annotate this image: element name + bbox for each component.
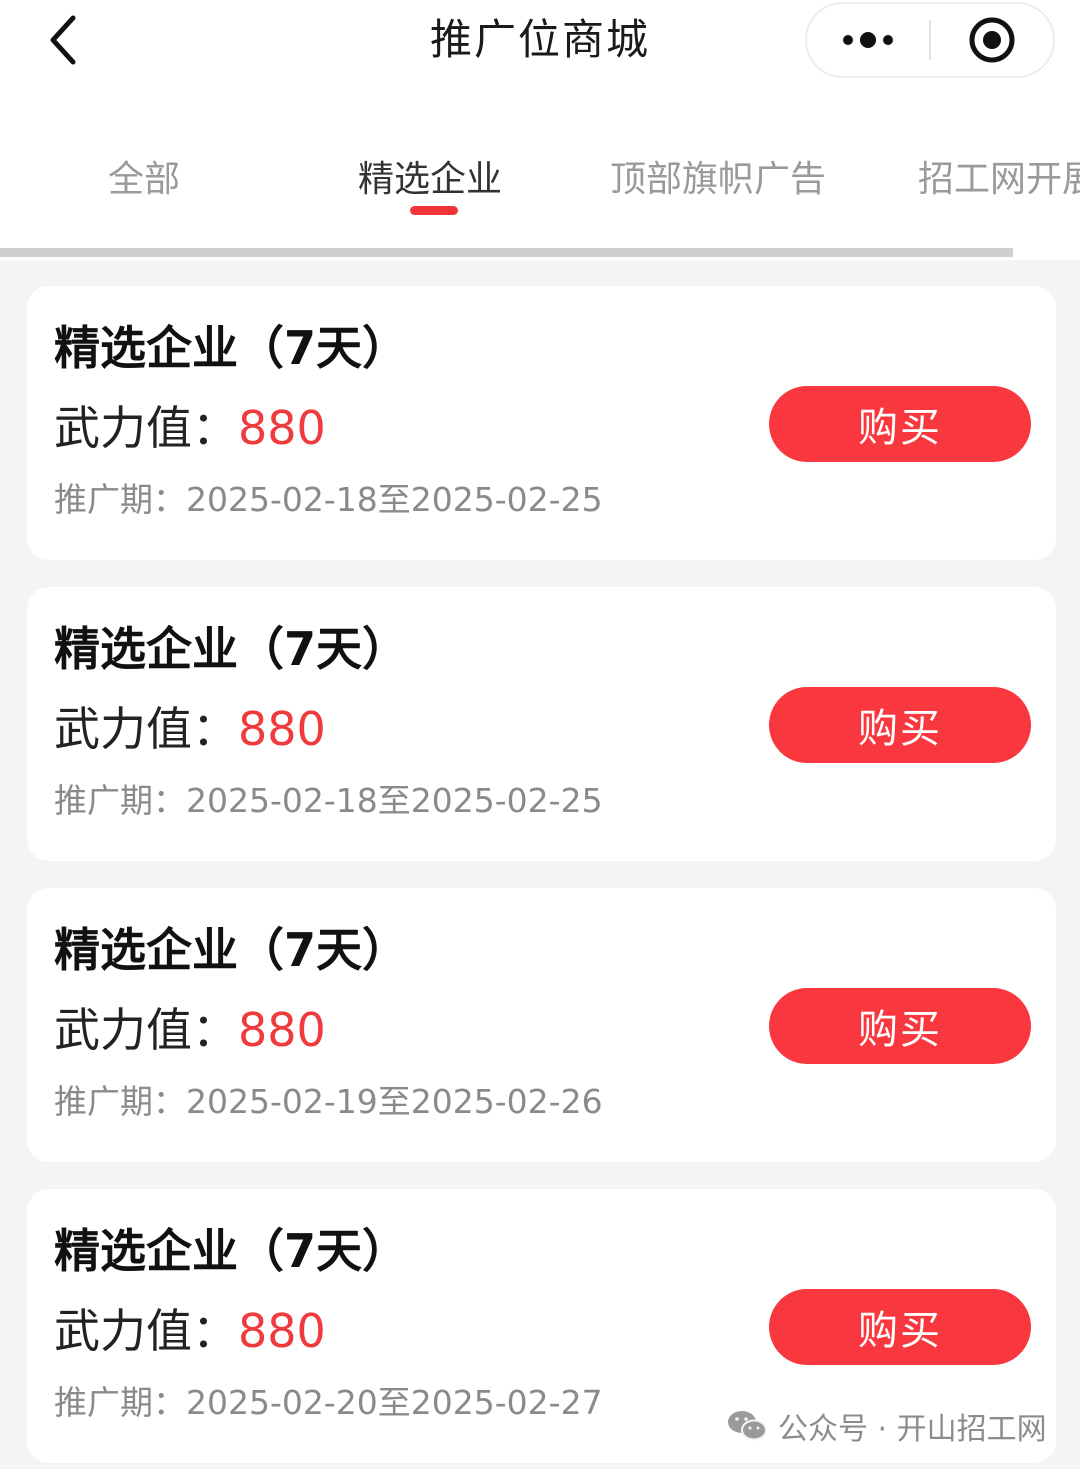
promotion-period: 推广期：2025-02-19至2025-02-26 (54, 1082, 603, 1121)
power-value: 880 (238, 1304, 326, 1358)
power-label: 武力值： (54, 401, 238, 455)
power-value: 880 (238, 1003, 326, 1057)
power-value: 880 (238, 702, 326, 756)
power-row: 武力值：880 (54, 697, 326, 761)
promotion-period: 推广期：2025-02-18至2025-02-25 (54, 480, 603, 519)
power-label: 武力值： (54, 702, 238, 756)
chevron-left-icon (50, 15, 76, 65)
product-title: 精选企业（7天） (54, 1224, 409, 1278)
wechat-icon (728, 1411, 767, 1441)
power-label: 武力值： (54, 1304, 238, 1358)
product-title: 精选企业（7天） (54, 923, 409, 977)
tab-all[interactable]: 全部 (108, 150, 180, 210)
buy-button[interactable]: 购买 (769, 1289, 1031, 1365)
watermark: 公众号 · 开山招工网 (726, 1404, 1047, 1448)
power-row: 武力值：880 (54, 998, 326, 1062)
power-label: 武力值： (54, 1003, 238, 1057)
top-nav-bar: 推广位商城 (0, 0, 1080, 120)
tabs-scrollbar[interactable] (0, 248, 1013, 257)
tab-featured-companies[interactable]: 精选企业 (358, 150, 502, 210)
mini-program-capsule (805, 2, 1055, 78)
category-tabs: 全部 精选企业 顶部旗帜广告 招工网开展 (0, 120, 1080, 260)
watermark-text: 公众号 · 开山招工网 (778, 1412, 1047, 1447)
tab-top-banner-ads[interactable]: 顶部旗帜广告 (610, 150, 826, 210)
promotion-period: 推广期：2025-02-18至2025-02-25 (54, 781, 603, 820)
product-card: 精选企业（7天） 武力值：880 推广期：2025-02-18至2025-02-… (27, 587, 1056, 861)
buy-button[interactable]: 购买 (769, 988, 1031, 1064)
more-button[interactable] (807, 4, 929, 76)
close-button[interactable] (931, 4, 1053, 76)
power-row: 武力值：880 (54, 1299, 326, 1363)
buy-button[interactable]: 购买 (769, 386, 1031, 462)
back-button[interactable] (28, 8, 98, 72)
power-value: 880 (238, 401, 326, 455)
product-title: 精选企业（7天） (54, 622, 409, 676)
product-card: 精选企业（7天） 武力值：880 推广期：2025-02-19至2025-02-… (27, 888, 1056, 1162)
active-tab-indicator (410, 206, 458, 215)
buy-button[interactable]: 购买 (769, 687, 1031, 763)
tab-recruitment[interactable]: 招工网开展 (918, 150, 1080, 210)
product-card: 精选企业（7天） 武力值：880 推广期：2025-02-18至2025-02-… (27, 286, 1056, 560)
promotion-period: 推广期：2025-02-20至2025-02-27 (54, 1383, 603, 1422)
target-close-icon (969, 17, 1015, 63)
power-row: 武力值：880 (54, 396, 326, 460)
product-title: 精选企业（7天） (54, 321, 409, 375)
more-dots-icon (843, 32, 893, 48)
